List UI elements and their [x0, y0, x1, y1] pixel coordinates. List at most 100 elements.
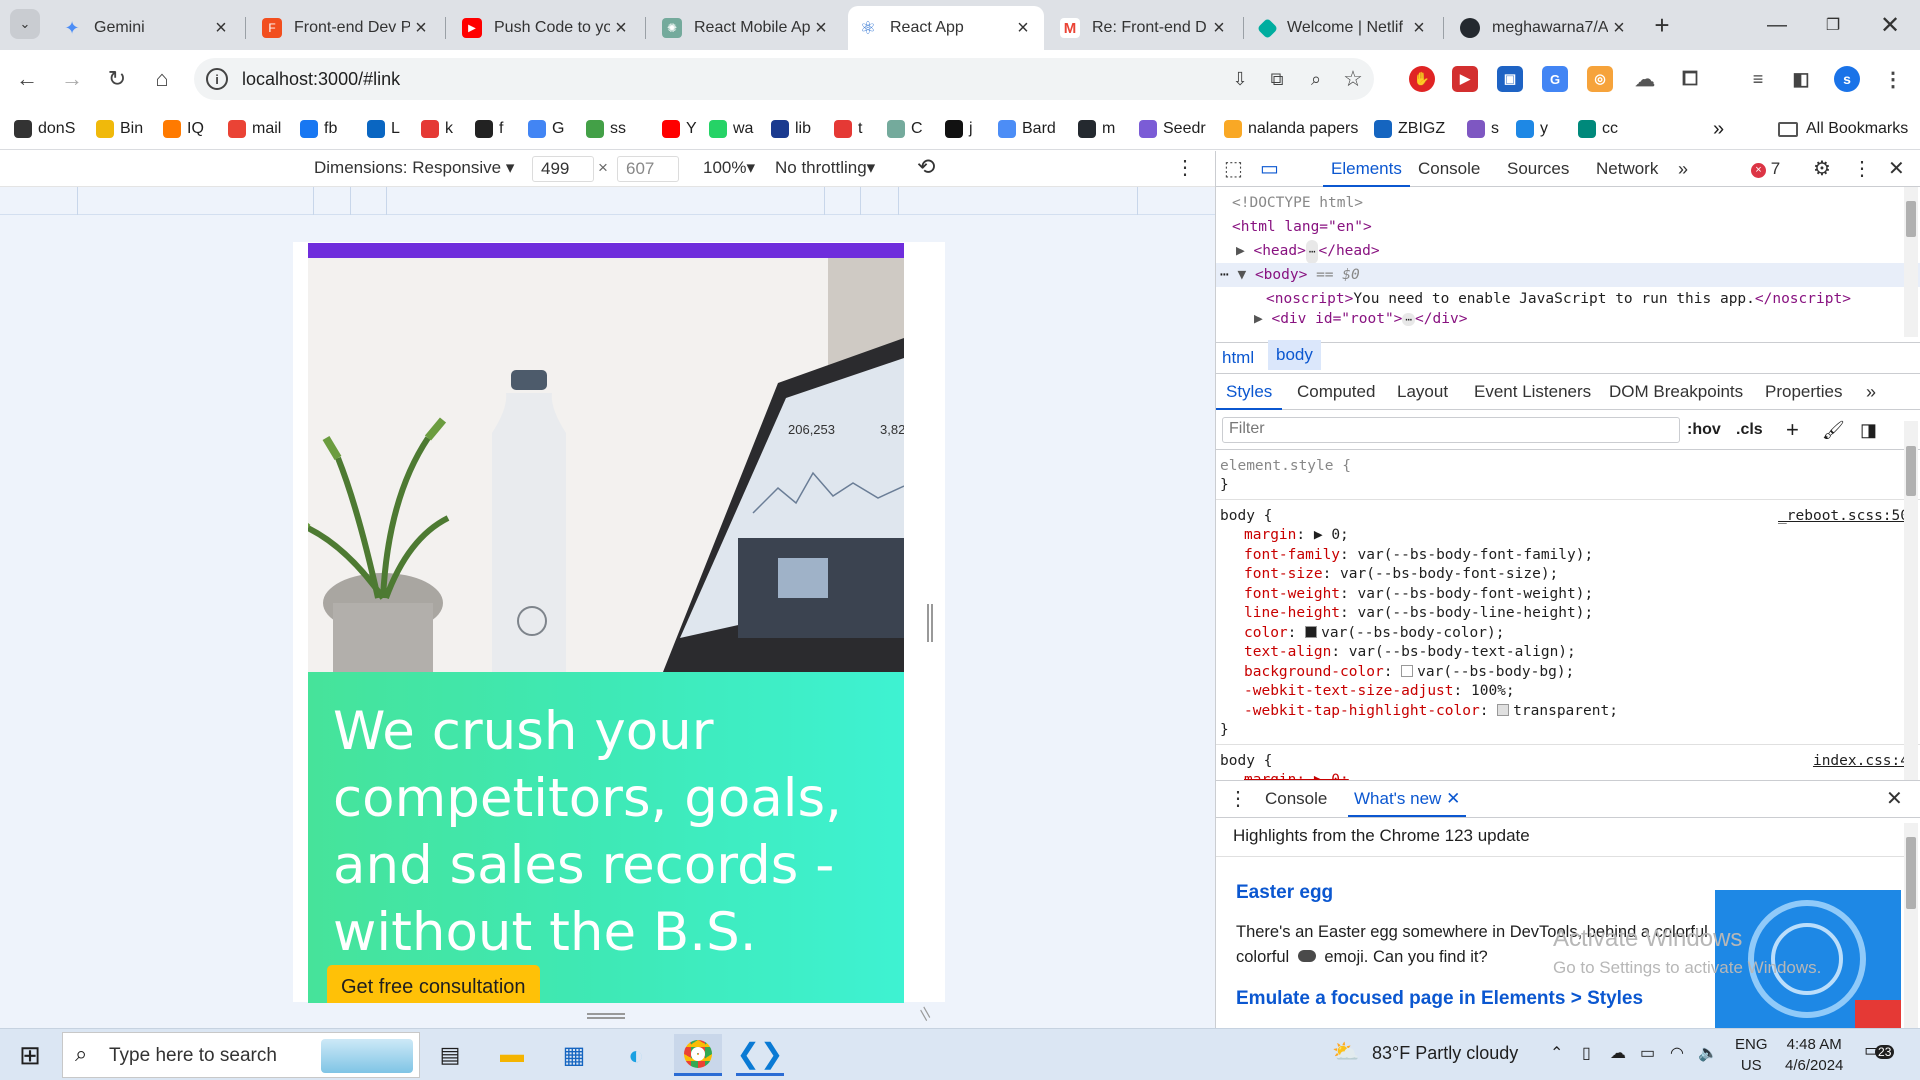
- wifi-icon[interactable]: ◠: [1670, 1043, 1684, 1063]
- drawer-scrollbar[interactable]: [1904, 823, 1918, 1028]
- bookmark-13[interactable]: lib: [771, 117, 811, 141]
- new-rule-icon[interactable]: +: [1786, 412, 1799, 448]
- device-more-icon[interactable]: ⋮: [1175, 155, 1195, 180]
- rule1-prop-margin[interactable]: margin: ▶ 0;: [1244, 526, 1349, 546]
- bookmark-4[interactable]: mail: [228, 117, 281, 141]
- tab-network[interactable]: Network: [1596, 151, 1658, 187]
- bookmark-6[interactable]: L: [367, 117, 400, 141]
- tab-console[interactable]: Console: [1418, 151, 1480, 187]
- rule1-prop-color[interactable]: color: var(--bs-body-color);: [1244, 624, 1504, 644]
- breadcrumb-body[interactable]: body: [1268, 340, 1321, 370]
- width-input[interactable]: 499: [532, 156, 594, 182]
- windows-start-icon[interactable]: ⊞: [6, 1034, 54, 1076]
- dom-root-div[interactable]: ▶ <div id="root"> ⋯ </div>: [1254, 311, 1467, 327]
- reload-button[interactable]: ↻: [100, 62, 134, 96]
- tab-layout[interactable]: Layout: [1397, 374, 1448, 410]
- bookmark-24[interactable]: cc: [1578, 117, 1618, 141]
- close-tab-icon[interactable]: ×: [210, 17, 232, 39]
- right-resize-handle[interactable]: [927, 604, 933, 642]
- bottom-resize-handle[interactable]: [587, 1013, 625, 1021]
- rule1-prop-webkit-text-size-adjust[interactable]: -webkit-text-size-adjust: 100%;: [1244, 682, 1515, 702]
- bookmark-14[interactable]: t: [834, 117, 862, 141]
- translate-icon[interactable]: ⧉: [1265, 67, 1289, 91]
- paint-format-icon[interactable]: 🖌: [1822, 412, 1845, 448]
- dom-body-selected[interactable]: ⋯ ▼ <body> == $0: [1216, 263, 1920, 287]
- close-tab-icon[interactable]: ×: [410, 17, 432, 39]
- url-text[interactable]: localhost:3000/#link: [242, 69, 400, 90]
- side-panel-icon[interactable]: ◧: [1788, 66, 1814, 92]
- tab-github[interactable]: meghawarna7/A ×: [1450, 6, 1640, 50]
- dom-html[interactable]: <html lang="en">: [1232, 215, 1372, 239]
- bookmark-1[interactable]: donS: [14, 117, 75, 141]
- tab-netlify[interactable]: Welcome | Netlif ×: [1250, 6, 1440, 50]
- dom-noscript[interactable]: <noscript>You need to enable JavaScript …: [1266, 287, 1851, 311]
- language-indicator[interactable]: ENG US: [1735, 1034, 1768, 1076]
- throttling-dropdown[interactable]: No throttling▾: [775, 158, 875, 178]
- free-consultation-button[interactable]: Get free consultation: [327, 965, 540, 1003]
- zoom-dropdown[interactable]: 100%▾: [703, 158, 755, 178]
- close-tab-icon[interactable]: ×: [810, 17, 832, 39]
- styles-scrollbar[interactable]: [1904, 421, 1918, 781]
- tab-elements[interactable]: Elements: [1323, 151, 1410, 187]
- focused-page-heading[interactable]: Emulate a focused page in Elements > Sty…: [1236, 988, 1643, 1010]
- chrome-menu-icon[interactable]: ⋮: [1880, 66, 1906, 92]
- rule1-prop-line-height[interactable]: line-height: var(--bs-body-line-height);: [1244, 604, 1593, 624]
- more-tabs-icon[interactable]: »: [1678, 151, 1688, 187]
- bookmark-16[interactable]: j: [945, 117, 973, 141]
- color-swatch-icon[interactable]: [1305, 625, 1318, 638]
- site-info-icon[interactable]: i: [206, 68, 228, 90]
- volume-icon[interactable]: 🔈: [1698, 1043, 1718, 1063]
- tab-styles[interactable]: Styles: [1216, 374, 1283, 410]
- bookmark-11[interactable]: Y: [662, 117, 697, 141]
- save-extension-icon[interactable]: ▣: [1497, 66, 1523, 92]
- clock[interactable]: 4:48 AM 4/6/2024: [1785, 1034, 1843, 1076]
- all-bookmarks-button[interactable]: All Bookmarks: [1778, 117, 1908, 141]
- taskbar-search-box[interactable]: ⌕ Type here to search: [62, 1032, 420, 1078]
- tab-event-listeners[interactable]: Event Listeners: [1474, 374, 1591, 410]
- rule2-margin-overridden[interactable]: margin: ▶ 0;: [1244, 771, 1349, 780]
- back-button[interactable]: ←: [10, 62, 44, 96]
- more-style-tabs-icon[interactable]: »: [1866, 374, 1876, 410]
- zoom-icon[interactable]: ⌕: [1304, 67, 1328, 91]
- adblock-extension-icon[interactable]: ✋: [1409, 66, 1435, 92]
- bookmark-8[interactable]: f: [475, 117, 503, 141]
- cloud-extension-icon[interactable]: ☁: [1632, 66, 1658, 92]
- reading-list-icon[interactable]: ≡: [1745, 66, 1771, 92]
- file-explorer-icon[interactable]: ▬: [488, 1034, 536, 1076]
- dom-head[interactable]: ▶ <head> ⋯ </head>: [1236, 239, 1380, 264]
- bookmark-20[interactable]: nalanda papers: [1224, 117, 1358, 141]
- video-extension-icon[interactable]: ▶: [1452, 66, 1478, 92]
- rule1-prop-text-align[interactable]: text-align: var(--bs-body-text-align);: [1244, 643, 1576, 663]
- dom-scrollbar[interactable]: [1904, 187, 1918, 337]
- google-translate-extension-icon[interactable]: G: [1542, 66, 1568, 92]
- extensions-puzzle-icon[interactable]: ⧠: [1677, 66, 1703, 92]
- edge-icon[interactable]: ◐: [612, 1034, 660, 1076]
- rotate-icon[interactable]: ⟲: [917, 154, 935, 180]
- rule2-selector[interactable]: body {: [1220, 752, 1272, 772]
- error-count-badge[interactable]: × 7: [1751, 151, 1780, 187]
- drawer-menu-icon[interactable]: ⋮: [1228, 781, 1248, 817]
- drawer-tab-whats-new[interactable]: What's new ✕: [1348, 781, 1467, 817]
- close-devtools-icon[interactable]: ✕: [1888, 151, 1905, 187]
- close-whats-new-icon[interactable]: ✕: [1446, 789, 1460, 808]
- rule1-prop-font-weight[interactable]: font-weight: var(--bs-body-font-weight);: [1244, 585, 1593, 605]
- forward-button[interactable]: →: [55, 62, 89, 96]
- new-tab-button[interactable]: +: [1647, 10, 1677, 40]
- bookmark-22[interactable]: s: [1467, 117, 1499, 141]
- bookmark-17[interactable]: Bard: [998, 117, 1056, 141]
- minimize-button[interactable]: —: [1753, 6, 1801, 44]
- chrome-taskbar-icon[interactable]: [674, 1034, 722, 1076]
- tab-search-button[interactable]: ⌄: [10, 9, 40, 39]
- store-icon[interactable]: ▦: [550, 1034, 598, 1076]
- breadcrumb-html[interactable]: html: [1222, 340, 1254, 376]
- bookmark-15[interactable]: C: [887, 117, 923, 141]
- bookmark-23[interactable]: y: [1516, 117, 1548, 141]
- device-toolbar-toggle-icon[interactable]: ▭: [1260, 151, 1279, 187]
- bookmark-2[interactable]: Bin: [96, 117, 143, 141]
- address-bar[interactable]: i localhost:3000/#link ⇩ ⧉ ⌕ ☆: [194, 58, 1374, 100]
- close-drawer-icon[interactable]: ✕: [1886, 781, 1903, 817]
- show-hidden-icons[interactable]: ⌃: [1550, 1043, 1563, 1063]
- tab-computed[interactable]: Computed: [1297, 374, 1375, 410]
- restore-button[interactable]: ❐: [1809, 6, 1857, 44]
- close-window-button[interactable]: ✕: [1866, 6, 1914, 44]
